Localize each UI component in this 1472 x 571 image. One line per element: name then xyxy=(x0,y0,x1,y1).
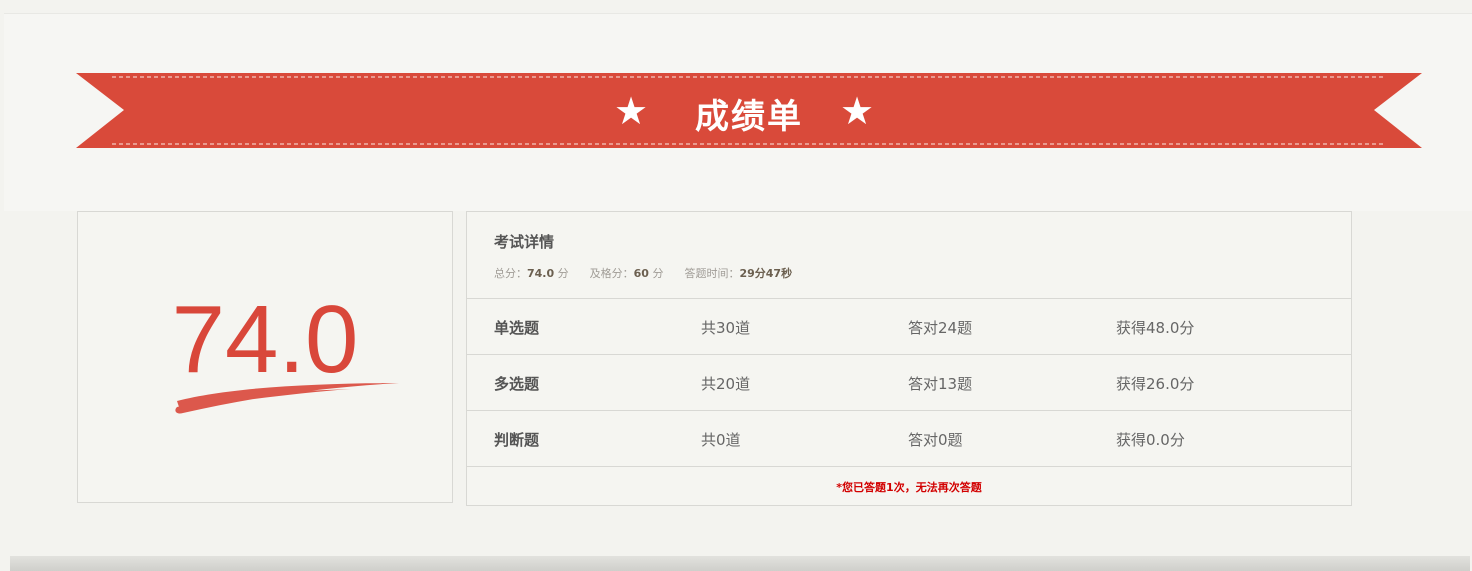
details-title: 考试详情 xyxy=(494,233,555,251)
score-meta: 总分：74.0 分 及格分：60 分 答题时间：29分47秒 xyxy=(494,265,792,281)
exam-details-panel: 考试详情 总分：74.0 分 及格分：60 分 答题时间：29分47秒 单选题 … xyxy=(466,211,1352,506)
answer-time-label: 答题时间： xyxy=(684,267,740,280)
total-score-unit: 分 xyxy=(557,267,569,280)
report-title: 成绩单 xyxy=(695,97,803,137)
question-total: 共30道 xyxy=(701,319,751,337)
question-total: 共0道 xyxy=(701,431,741,449)
pass-score-label: 及格分： xyxy=(589,267,634,280)
question-correct: 答对13题 xyxy=(908,375,973,393)
question-type: 多选题 xyxy=(494,375,540,393)
pass-score-unit: 分 xyxy=(652,267,664,280)
question-points: 获得48.0分 xyxy=(1116,319,1195,337)
page-shadow xyxy=(10,556,1470,571)
answer-time-value: 29分47秒 xyxy=(739,267,793,280)
question-correct: 答对24题 xyxy=(908,319,973,337)
pass-score-value: 60 xyxy=(633,267,649,280)
total-score-label: 总分： xyxy=(494,267,527,280)
report-banner: ★ 成绩单 ★ xyxy=(76,73,1422,148)
question-type: 单选题 xyxy=(494,319,540,337)
score-value: 74.0 xyxy=(171,286,359,393)
total-score-value: 74.0 xyxy=(527,267,555,280)
retake-notice: *您已答题1次，无法再次答题 xyxy=(836,481,982,494)
table-row: 单选题 共30道 答对24题 获得48.0分 xyxy=(467,299,1351,355)
table-row: 判断题 共0道 答对0题 获得0.0分 xyxy=(467,411,1351,467)
star-icon-right: ★ xyxy=(840,89,875,133)
question-correct: 答对0题 xyxy=(908,431,963,449)
question-points: 获得0.0分 xyxy=(1116,431,1185,449)
question-total: 共20道 xyxy=(701,375,751,393)
table-row: 多选题 共20道 答对13题 获得26.0分 xyxy=(467,355,1351,411)
details-header: 考试详情 总分：74.0 分 及格分：60 分 答题时间：29分47秒 xyxy=(467,212,1351,299)
question-points: 获得26.0分 xyxy=(1116,375,1195,393)
result-page: ★ 成绩单 ★ 74.0 考试详情 总分：74.0 分 及格分：60 分 答题时… xyxy=(0,0,1472,571)
score-panel: 74.0 xyxy=(77,211,453,503)
question-type: 判断题 xyxy=(494,431,540,449)
underline-swoosh-icon xyxy=(175,383,399,414)
